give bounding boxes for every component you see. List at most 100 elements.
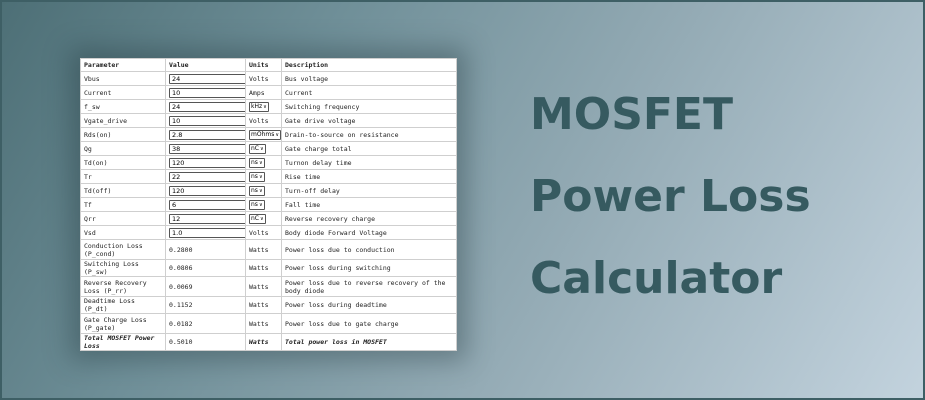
value-input[interactable]: 120	[169, 185, 245, 196]
result-label: Deadtime Loss (P_dt)	[80, 296, 166, 314]
unit-select-value: ns	[251, 172, 258, 180]
result-label: Reverse Recovery Loss (P_rr)	[80, 276, 166, 297]
chevron-down-icon: ∨	[258, 201, 263, 208]
description: Turnon delay time	[281, 155, 457, 170]
unit-select[interactable]: ns∨	[249, 199, 265, 210]
param-label: Qg	[80, 141, 166, 156]
result-unit: Watts	[245, 276, 282, 297]
unit-cell: ns∨	[245, 169, 282, 184]
result-description: Power loss due to conduction	[281, 239, 457, 260]
unit-select[interactable]: mOhms∨	[249, 129, 281, 140]
unit-select-value: kHz	[251, 102, 263, 110]
value-cell: 22	[165, 169, 246, 184]
result-value: 0.0806	[165, 259, 246, 277]
param-label: f_sw	[80, 99, 166, 114]
value-cell: 12	[165, 211, 246, 226]
result-label: Switching Loss (P_sw)	[80, 259, 166, 277]
result-value: 0.0182	[165, 313, 246, 334]
value-input[interactable]: 10	[169, 115, 245, 126]
description: Bus voltage	[281, 71, 457, 86]
value-input[interactable]: 24	[169, 73, 245, 84]
unit-cell: nC∨	[245, 141, 282, 156]
title-line: Power Loss	[530, 171, 811, 222]
table-row: Tf 6 ns∨ Fall time	[80, 197, 457, 212]
result-unit: Watts	[245, 259, 282, 277]
unit-select-value: mOhms	[251, 130, 275, 138]
description: Turn-off delay	[281, 183, 457, 198]
value-input[interactable]: 22	[169, 171, 245, 182]
table-row: Vsd 1.0 Volts Body diode Forward Voltage	[80, 225, 457, 240]
param-label: Rds(on)	[80, 127, 166, 142]
value-input[interactable]: 1.0	[169, 227, 245, 238]
calculator-card: Parameter Value Units Description Vbus 24…	[80, 58, 457, 351]
unit-select[interactable]: ns∨	[249, 185, 265, 196]
header-units: Units	[245, 58, 282, 72]
unit-select-value: ns	[251, 186, 258, 194]
result-unit: Watts	[245, 296, 282, 314]
value-input[interactable]: 6	[169, 199, 245, 210]
value-input[interactable]: 38	[169, 143, 245, 154]
header-parameter: Parameter	[80, 58, 166, 72]
result-unit: Watts	[245, 239, 282, 260]
table-row: Gate Charge Loss (P_gate) 0.0182 Watts Powe…	[80, 313, 457, 334]
title-line: MOSFET	[530, 89, 734, 140]
description: Switching frequency	[281, 99, 457, 114]
unit-select[interactable]: ns∨	[249, 171, 265, 182]
total-value: 0.5010	[165, 333, 246, 351]
unit-cell: Amps	[245, 85, 282, 100]
chevron-down-icon: ∨	[275, 131, 280, 138]
value-input[interactable]: 2.8	[169, 129, 245, 140]
unit-select-value: nC	[251, 144, 259, 152]
value-cell: 120	[165, 183, 246, 198]
chevron-down-icon: ∨	[258, 187, 263, 194]
result-value: 0.0069	[165, 276, 246, 297]
chevron-down-icon: ∨	[263, 103, 267, 110]
unit-cell: Volts	[245, 71, 282, 86]
param-label: Tf	[80, 197, 166, 212]
unit-select[interactable]: ns∨	[249, 157, 265, 168]
result-description: Power loss due to gate charge	[281, 313, 457, 334]
table-row: Current 10 Amps Current	[80, 85, 457, 100]
unit-select[interactable]: kHz∨	[249, 101, 269, 112]
unit-select-value: ns	[251, 158, 258, 166]
value-cell: 10	[165, 113, 246, 128]
unit-cell: nC∨	[245, 211, 282, 226]
unit-select[interactable]: nC∨	[249, 143, 266, 154]
unit-cell: ns∨	[245, 197, 282, 212]
value-cell: 24	[165, 71, 246, 86]
title-line: Calculator	[530, 253, 783, 304]
value-input[interactable]: 12	[169, 213, 245, 224]
value-cell: 24	[165, 99, 246, 114]
chevron-down-icon: ∨	[260, 145, 264, 152]
description: Reverse recovery charge	[281, 211, 457, 226]
param-label: Td(off)	[80, 183, 166, 198]
result-unit: Watts	[245, 313, 282, 334]
unit-select-value: ns	[251, 200, 258, 208]
value-input[interactable]: 10	[169, 87, 245, 98]
result-value: 0.2800	[165, 239, 246, 260]
description: Gate charge total	[281, 141, 457, 156]
result-label: Conduction Loss (P_cond)	[80, 239, 166, 260]
param-label: Td(on)	[80, 155, 166, 170]
param-label: Vgate_drive	[80, 113, 166, 128]
value-input[interactable]: 120	[169, 157, 245, 168]
param-label: Current	[80, 85, 166, 100]
table-header-row: Parameter Value Units Description	[80, 58, 457, 72]
result-description: Power loss during switching	[281, 259, 457, 277]
header-value: Value	[165, 58, 246, 72]
result-label: Gate Charge Loss (P_gate)	[80, 313, 166, 334]
unit-select[interactable]: nC∨	[249, 213, 266, 224]
total-unit: Watts	[245, 333, 282, 351]
total-description: Total power loss in MOSFET	[281, 333, 457, 351]
table-row: Td(on) 120 ns∨ Turnon delay time	[80, 155, 457, 170]
table-row: Td(off) 120 ns∨ Turn-off delay	[80, 183, 457, 198]
table-row: Deadtime Loss (P_dt) 0.1152 Watts Power los…	[80, 296, 457, 314]
value-input[interactable]: 24	[169, 101, 245, 112]
total-row: Total MOSFET Power Loss 0.5010 Watts Total …	[80, 333, 457, 351]
description: Fall time	[281, 197, 457, 212]
value-cell: 120	[165, 155, 246, 170]
value-cell: 38	[165, 141, 246, 156]
result-value: 0.1152	[165, 296, 246, 314]
calculator-table: Parameter Value Units Description Vbus 24…	[80, 58, 457, 351]
param-label: Vsd	[80, 225, 166, 240]
